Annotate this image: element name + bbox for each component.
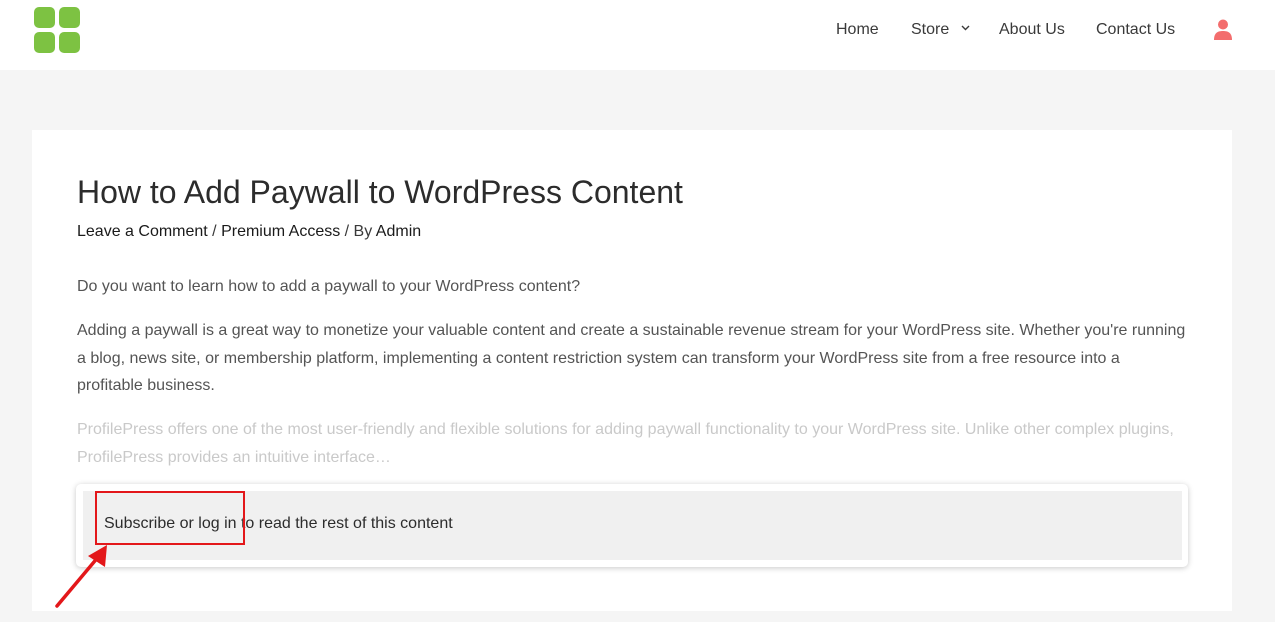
paywall-rest: to read the rest of this content [236,515,453,532]
highlight-box [95,491,245,545]
user-icon[interactable] [1213,19,1233,40]
site-logo-text-faint [96,16,536,40]
post-title: How to Add Paywall to WordPress Content [77,174,683,210]
nav-about-us[interactable]: About Us [999,19,1065,41]
comment-link[interactable]: Leave a Comment [77,223,208,240]
logo-icon[interactable] [34,7,80,53]
meta-separator: / [207,223,222,240]
post-paragraph: Do you want to learn how to add a paywal… [77,278,581,295]
meta-by-label: / By [340,223,376,240]
post-meta: Leave a Comment / Premium Access / By Ad… [77,222,421,242]
nav-contact-us[interactable]: Contact Us [1096,19,1175,41]
nav-home[interactable]: Home [836,19,879,41]
post-paragraph: Adding a paywall is a great way to monet… [77,322,1186,394]
post-paragraph-faded: ProfilePress offers one of the most user… [77,421,1174,466]
nav-store[interactable]: Store [911,19,949,41]
arrow-icon [55,545,107,608]
chevron-down-icon[interactable] [961,25,970,31]
author-link[interactable]: Admin [376,223,421,240]
category-link[interactable]: Premium Access [221,223,340,240]
